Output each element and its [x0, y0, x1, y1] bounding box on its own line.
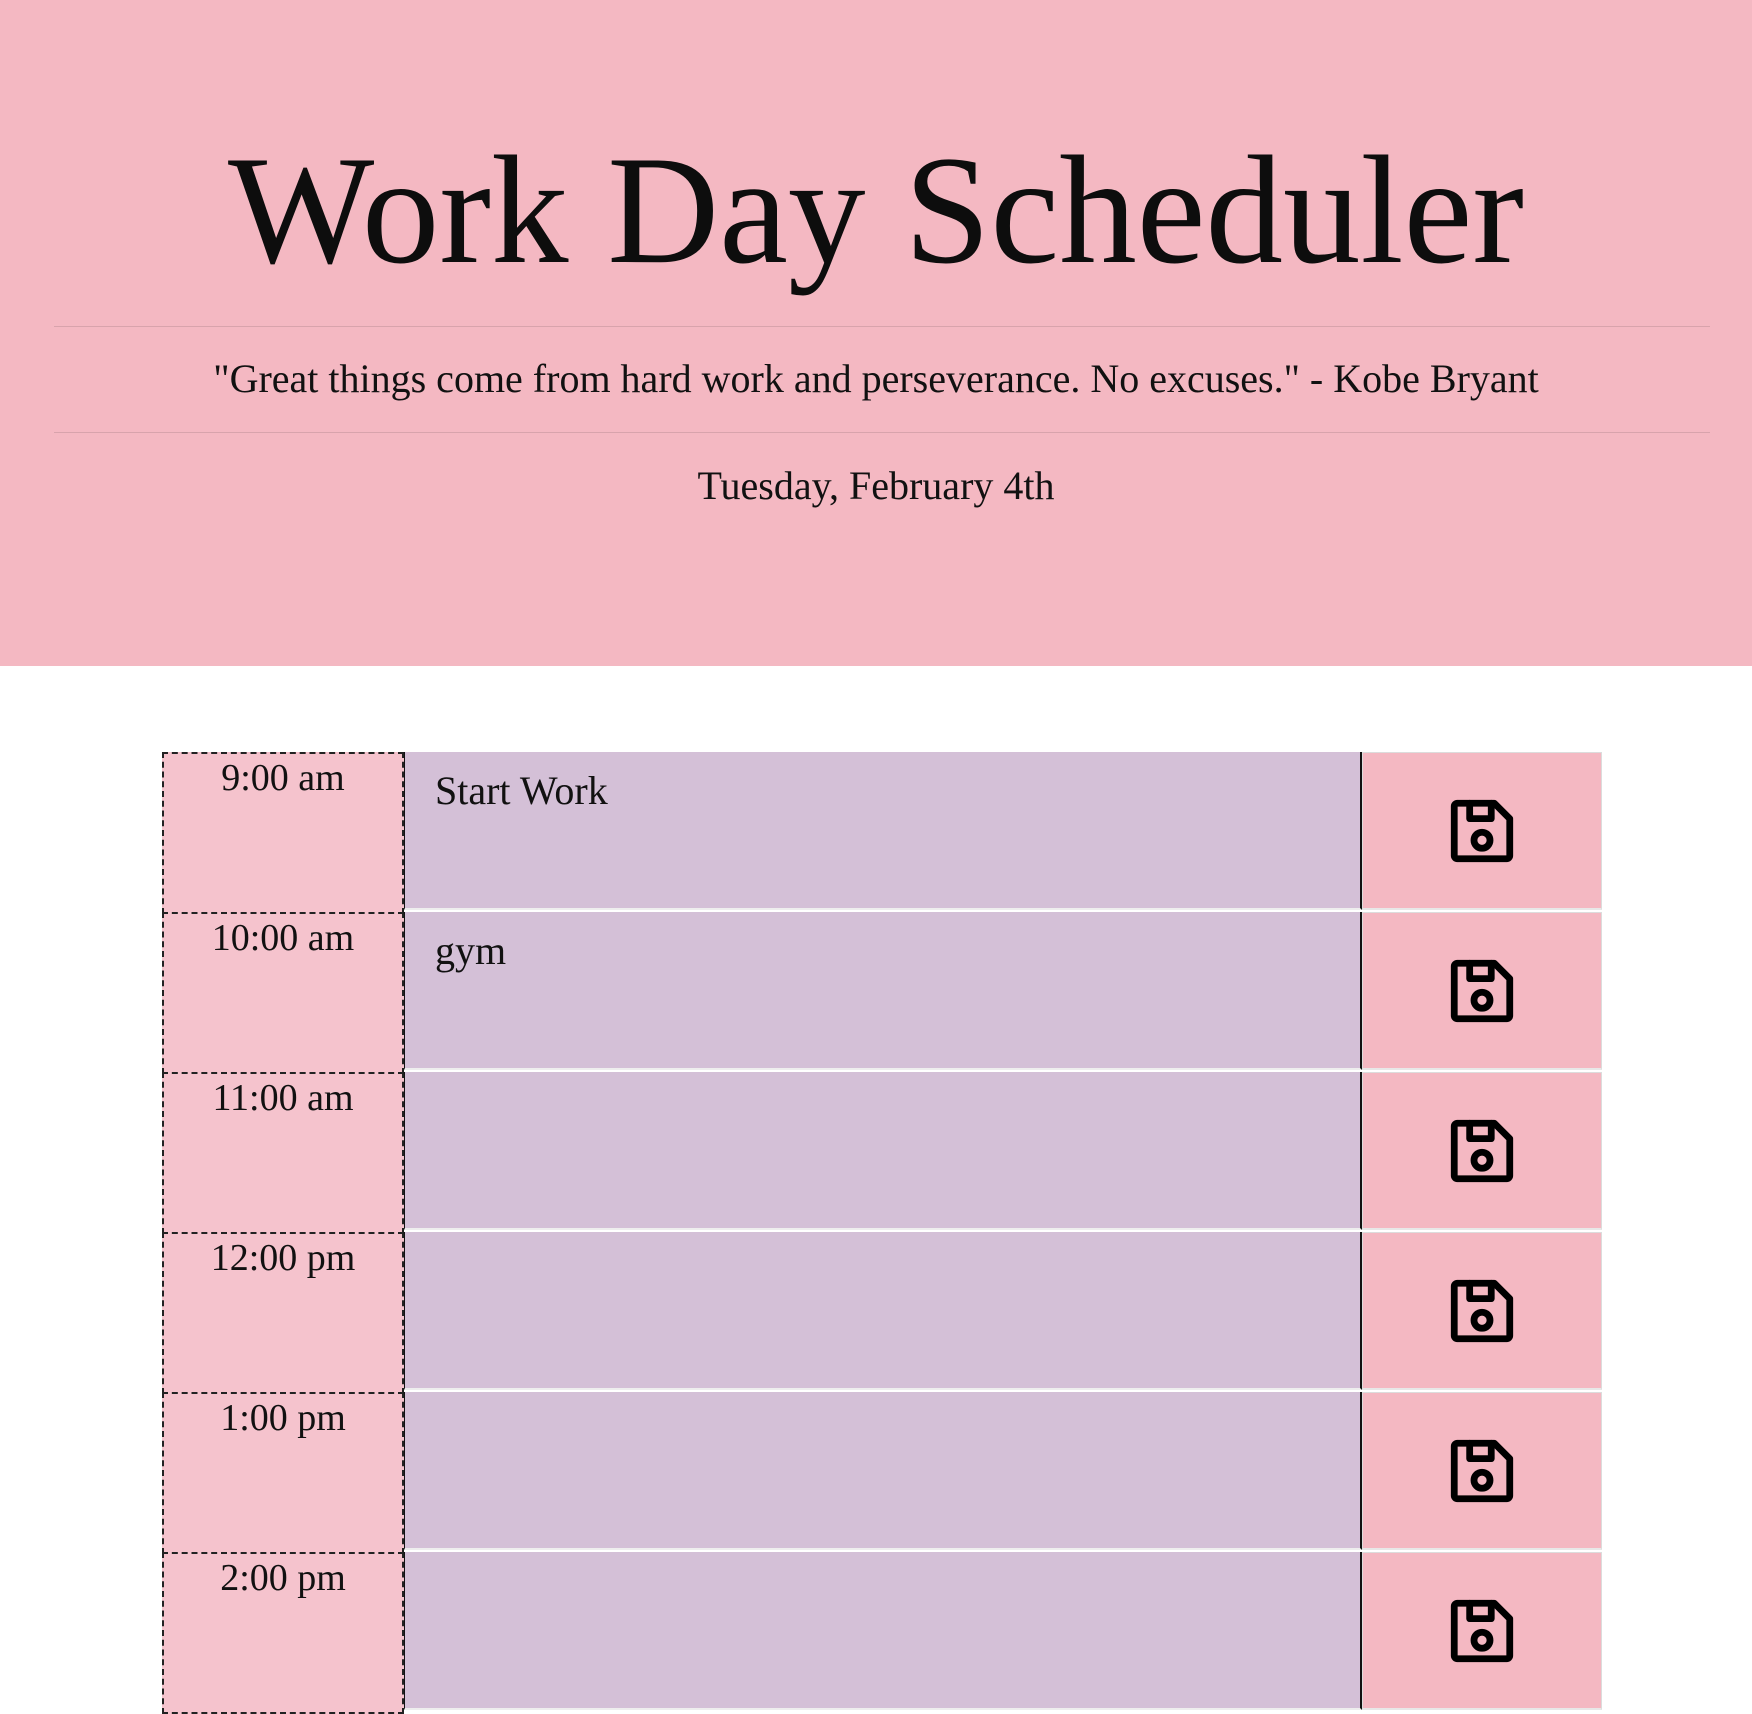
event-description-input[interactable] — [404, 1552, 1362, 1710]
hour-label: 10:00 am — [162, 912, 404, 1074]
save-button[interactable] — [1362, 912, 1602, 1070]
divider-bottom — [54, 432, 1710, 433]
save-button[interactable] — [1362, 1072, 1602, 1230]
time-block-row: 12:00 pm — [162, 1232, 1602, 1394]
time-block-row: 9:00 am — [162, 752, 1602, 914]
event-description-input[interactable] — [404, 752, 1362, 910]
current-date: Tuesday, February 4th — [697, 463, 1055, 508]
floppy-disk-icon — [1445, 1434, 1519, 1508]
schedule-container: 9:00 am 10:00 am 11:00 am 12:00 pm — [162, 752, 1602, 1714]
floppy-disk-icon — [1445, 1274, 1519, 1348]
time-block-row: 2:00 pm — [162, 1552, 1602, 1714]
time-block-row: 1:00 pm — [162, 1392, 1602, 1554]
hour-label: 11:00 am — [162, 1072, 404, 1234]
hour-label: 1:00 pm — [162, 1392, 404, 1554]
event-description-input[interactable] — [404, 1232, 1362, 1390]
divider-top — [54, 326, 1710, 327]
hour-label: 12:00 pm — [162, 1232, 404, 1394]
floppy-disk-icon — [1445, 1114, 1519, 1188]
save-button[interactable] — [1362, 1392, 1602, 1550]
floppy-disk-icon — [1445, 954, 1519, 1028]
save-button[interactable] — [1362, 1232, 1602, 1390]
event-description-input[interactable] — [404, 912, 1362, 1070]
time-block-row: 11:00 am — [162, 1072, 1602, 1234]
quote-text: "Great things come from hard work and pe… — [213, 356, 1539, 401]
time-block-row: 10:00 am — [162, 912, 1602, 1074]
floppy-disk-icon — [1445, 794, 1519, 868]
save-button[interactable] — [1362, 1552, 1602, 1710]
save-button[interactable] — [1362, 752, 1602, 910]
hour-label: 9:00 am — [162, 752, 404, 914]
page-title: Work Day Scheduler — [227, 124, 1524, 296]
event-description-input[interactable] — [404, 1072, 1362, 1230]
event-description-input[interactable] — [404, 1392, 1362, 1550]
hour-label: 2:00 pm — [162, 1552, 404, 1714]
floppy-disk-icon — [1445, 1594, 1519, 1668]
header-jumbotron: Work Day Scheduler "Great things come fr… — [0, 0, 1752, 666]
